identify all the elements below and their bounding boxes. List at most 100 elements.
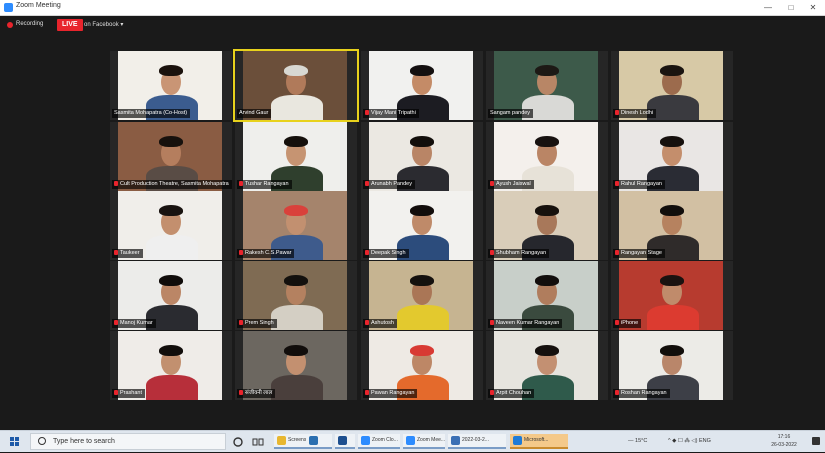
edge-icon (513, 436, 522, 445)
participant-body (397, 305, 449, 330)
window-titlebar: Zoom Meeting — □ ✕ (0, 0, 825, 16)
participant-video-tile[interactable]: Rahul Rangayan (611, 122, 733, 191)
muted-mic-icon (365, 390, 369, 395)
participant-name-tag: Pawan Rangayan (363, 389, 418, 398)
windows-start-icon[interactable] (10, 437, 20, 447)
search-icon (38, 437, 46, 445)
participant-video-tile[interactable]: Dinesh Lodhi (611, 51, 733, 120)
participant-video-tile[interactable]: Prashant (110, 331, 232, 400)
taskbar-app-button[interactable]: 2022-03-2... (448, 434, 506, 449)
participant-name-tag: Sangam pandey (488, 109, 534, 118)
participant-name-tag: Roshan Rangayan (613, 389, 670, 398)
participant-video-tile[interactable]: Shubham Rangayan (486, 191, 608, 260)
participant-video-tile[interactable]: Pawan Rangayan (361, 331, 483, 400)
participant-hair (535, 345, 559, 356)
participant-video-tile[interactable]: Sangam pandey (486, 51, 608, 120)
participant-video-tile[interactable]: Arunabh Pandey (361, 122, 483, 191)
participant-hair (159, 136, 183, 147)
participant-video-tile[interactable]: Ashutosh (361, 261, 483, 330)
taskbar-app-label: Microsoft... (524, 437, 549, 443)
participant-body (146, 235, 198, 260)
taskbar-search-input[interactable]: Type here to search (30, 433, 226, 450)
muted-mic-icon (114, 250, 118, 255)
muted-mic-icon (239, 320, 243, 325)
cortana-icon[interactable] (232, 435, 244, 447)
participant-video-tile[interactable]: iPhone (611, 261, 733, 330)
participant-name: Pawan Rangayan (371, 390, 415, 396)
minimize-button[interactable]: — (757, 0, 779, 15)
taskbar-clock[interactable]: 17:16 26-03-2022 (766, 433, 802, 449)
maximize-button[interactable]: □ (780, 0, 802, 15)
participant-video-tile[interactable]: Arvind Gaur (235, 51, 357, 120)
participant-hair (284, 205, 308, 216)
notification-icon[interactable] (812, 437, 820, 445)
participant-hair (159, 275, 183, 286)
participant-name-tag: Cult Production Theatre, Sasmita Mohapat… (112, 180, 232, 189)
participant-body (271, 305, 323, 330)
recording-icon (7, 22, 13, 28)
participant-video-tile[interactable]: Tushar Rangayan (235, 122, 357, 191)
participant-hair (284, 345, 308, 356)
participant-video-tile[interactable]: Manoj Kumar (110, 261, 232, 330)
participant-name-tag: Shubham Rangayan (488, 249, 550, 258)
participant-name-tag: Arvind Gaur (237, 109, 272, 118)
participant-hair (410, 205, 434, 216)
taskbar-app-button[interactable] (306, 434, 332, 449)
participant-hair (660, 205, 684, 216)
muted-mic-icon (239, 181, 243, 186)
muted-mic-icon (114, 181, 118, 186)
system-tray[interactable]: ^ ◆ ☐ ⁂ ◁) ENG (668, 438, 711, 444)
taskbar-app-button[interactable]: Microsoft... (510, 434, 568, 449)
participant-name-tag: Prashant (112, 389, 146, 398)
participant-video-tile[interactable]: Rangayan Stage (611, 191, 733, 260)
recording-label[interactable]: Recording (16, 21, 43, 27)
participant-name: Roshan Rangayan (621, 390, 667, 396)
taskbar-app-button[interactable]: Zoom Clo... (358, 434, 400, 449)
participant-name-tag: iPhone (613, 319, 642, 328)
lightroom-icon (309, 436, 318, 445)
participant-body (647, 305, 699, 330)
task-view-icon[interactable] (252, 435, 264, 447)
participant-hair (410, 65, 434, 76)
participant-name: Prem Singh (245, 320, 274, 326)
close-button[interactable]: ✕ (802, 0, 824, 15)
taskbar-app-label: Zoom Clo... (372, 437, 398, 443)
participant-name-tag: Rahul Rangayan (613, 180, 665, 189)
participant-name: Arpit Chouhan (496, 390, 532, 396)
taskbar-app-label: Zoom Mee... (417, 437, 445, 443)
participant-video-tile[interactable]: Rakesh C.S.Pawar (235, 191, 357, 260)
muted-mic-icon (490, 250, 494, 255)
participant-name-tag: Vijay Mani Tripathi (363, 109, 419, 118)
taskbar-app-button[interactable]: Zoom Mee... (403, 434, 445, 449)
participant-video-tile[interactable]: Naveen Kumar Rangayan (486, 261, 608, 330)
participant-name-tag: Manoj Kumar (112, 319, 156, 328)
participant-name: Tushar Rangayan (245, 181, 289, 187)
participant-video-tile[interactable]: Taukeer (110, 191, 232, 260)
muted-mic-icon (365, 250, 369, 255)
participant-name-tag: Rakesh C.S.Pawar (237, 249, 295, 258)
participant-video-tile[interactable]: संजीवनी लाल (235, 331, 357, 400)
participant-hair (660, 65, 684, 76)
participant-hair (660, 275, 684, 286)
participant-video-tile[interactable]: Deepak Singh (361, 191, 483, 260)
participant-video-tile[interactable]: Prem Singh (235, 261, 357, 330)
participant-video-tile[interactable]: Roshan Rangayan (611, 331, 733, 400)
participant-video-tile[interactable]: Cult Production Theatre, Sasmita Mohapat… (110, 122, 232, 191)
participant-name: Ayush Jaiswal (496, 181, 531, 187)
participant-video-tile[interactable]: Vijay Mani Tripathi (361, 51, 483, 120)
participant-hair (410, 136, 434, 147)
participant-video-tile[interactable]: Arpit Chouhan (486, 331, 608, 400)
participant-name: Prashant (120, 390, 143, 396)
participant-video-tile[interactable]: Sasmita Mohapatra (Co-Host) (110, 51, 232, 120)
weather-widget[interactable]: — 15°C (628, 438, 647, 444)
muted-mic-icon (615, 390, 619, 395)
participant-name-tag: Deepak Singh (363, 249, 409, 258)
muted-mic-icon (490, 181, 494, 186)
participant-body (146, 375, 198, 400)
participant-hair (410, 275, 434, 286)
taskbar-app-button[interactable] (335, 434, 355, 449)
participant-video-tile[interactable]: Ayush Jaiswal (486, 122, 608, 191)
zoom-app-icon (4, 3, 13, 12)
live-destination-dropdown[interactable]: on Facebook ▾ (84, 21, 123, 28)
participant-name: Arunabh Pandey (371, 181, 412, 187)
